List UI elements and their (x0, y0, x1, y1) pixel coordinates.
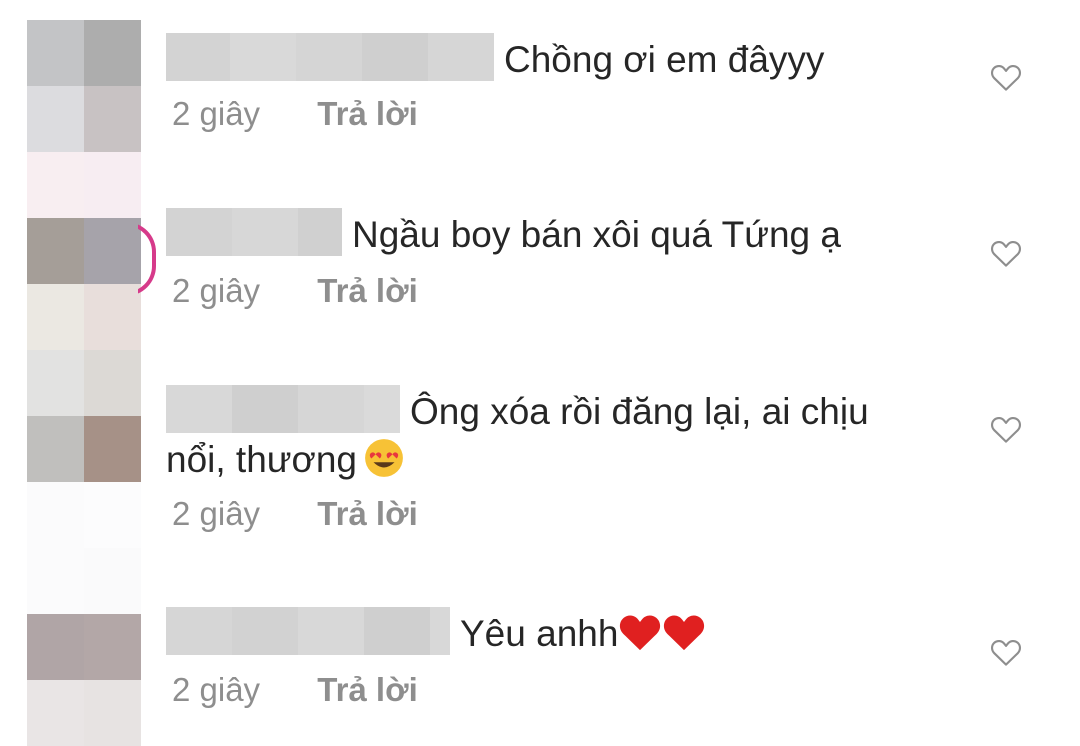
comment-meta: 2 giây Trả lời (172, 95, 418, 133)
comment-time: 2 giây (172, 495, 261, 532)
username-censored[interactable] (166, 33, 494, 81)
comment-meta: 2 giây Trả lời (172, 671, 418, 709)
avatar-column-censored (27, 20, 141, 746)
username-censored[interactable] (166, 385, 400, 433)
reply-button[interactable]: Trả lời (317, 272, 418, 309)
heart-outline-icon[interactable] (990, 637, 1022, 667)
reply-button[interactable]: Trả lời (317, 671, 418, 708)
reply-button[interactable]: Trả lời (317, 495, 418, 532)
heart-outline-icon[interactable] (990, 414, 1022, 444)
comment-text: Chồng ơi em đâyyy (504, 39, 825, 80)
comment-text-line1: Ông xóa rồi đăng lại, ai chịu (410, 391, 869, 432)
comment-text: Ngầu boy bán xôi quá Tứng ạ (352, 214, 841, 255)
reply-button[interactable]: Trả lời (317, 95, 418, 132)
heart-eyes-emoji (365, 439, 403, 477)
comment-text-line2: nổi, thương (166, 439, 357, 480)
comment-text: Yêu anhh (460, 613, 619, 654)
username-censored[interactable] (166, 607, 450, 655)
comment-time: 2 giây (172, 95, 261, 132)
comment-time: 2 giây (172, 272, 261, 309)
comment-item: Yêu anhh 2 giây Trả lời (166, 607, 986, 708)
heart-outline-icon[interactable] (990, 62, 1022, 92)
red-heart-emoji (618, 613, 706, 654)
username-censored[interactable] (166, 208, 342, 256)
heart-outline-icon[interactable] (990, 238, 1022, 268)
comment-meta: 2 giây Trả lời (172, 495, 418, 533)
comment-item: Ngầu boy bán xôi quá Tứng ạ 2 giây Trả l… (166, 208, 986, 309)
comment-item: Chồng ơi em đâyyy 2 giây Trả lời (166, 33, 986, 132)
comment-time: 2 giây (172, 671, 261, 708)
comment-meta: 2 giây Trả lời (172, 272, 418, 310)
comment-item: Ông xóa rồi đăng lại, ai chịu nổi, thươn… (166, 385, 986, 532)
